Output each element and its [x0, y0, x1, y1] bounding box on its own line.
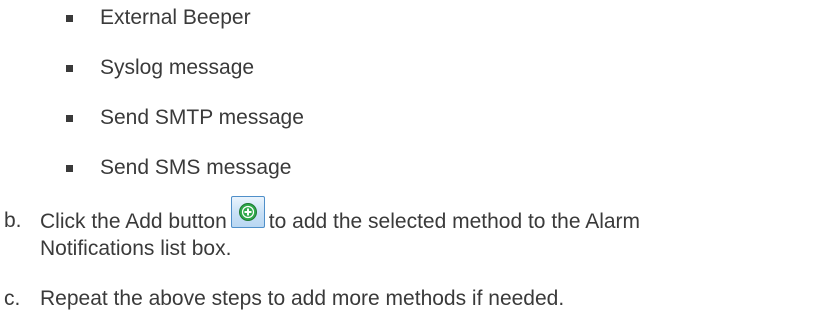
step-text: Repeat the above steps to add more metho… — [40, 287, 565, 310]
list-item-label: Send SMS message — [100, 156, 292, 179]
list-item: Send SMS message — [66, 153, 291, 183]
list-item-label: Syslog message — [100, 56, 255, 79]
list-item-label: Send SMTP message — [100, 106, 304, 129]
step-c-line: Repeat the above steps to add more metho… — [40, 284, 564, 314]
list-item: Syslog message — [66, 53, 254, 83]
bullet-icon — [66, 14, 73, 22]
add-icon — [238, 203, 257, 221]
step-b-line-2: Notifications list box. — [40, 234, 231, 264]
list-item-label: External Beeper — [100, 6, 251, 29]
step-letter: c. — [4, 287, 21, 310]
bullet-icon — [66, 114, 73, 122]
step-text: to add the selected method to the Alarm — [268, 210, 641, 233]
step-text: Notifications list box. — [40, 237, 232, 260]
step-text: Click the Add button — [40, 210, 227, 233]
add-button-image — [230, 196, 265, 228]
step-letter: b. — [4, 209, 22, 232]
bullet-icon — [66, 164, 73, 172]
bullet-icon — [66, 64, 73, 72]
list-item: External Beeper — [66, 3, 251, 33]
list-item: Send SMTP message — [66, 103, 304, 133]
